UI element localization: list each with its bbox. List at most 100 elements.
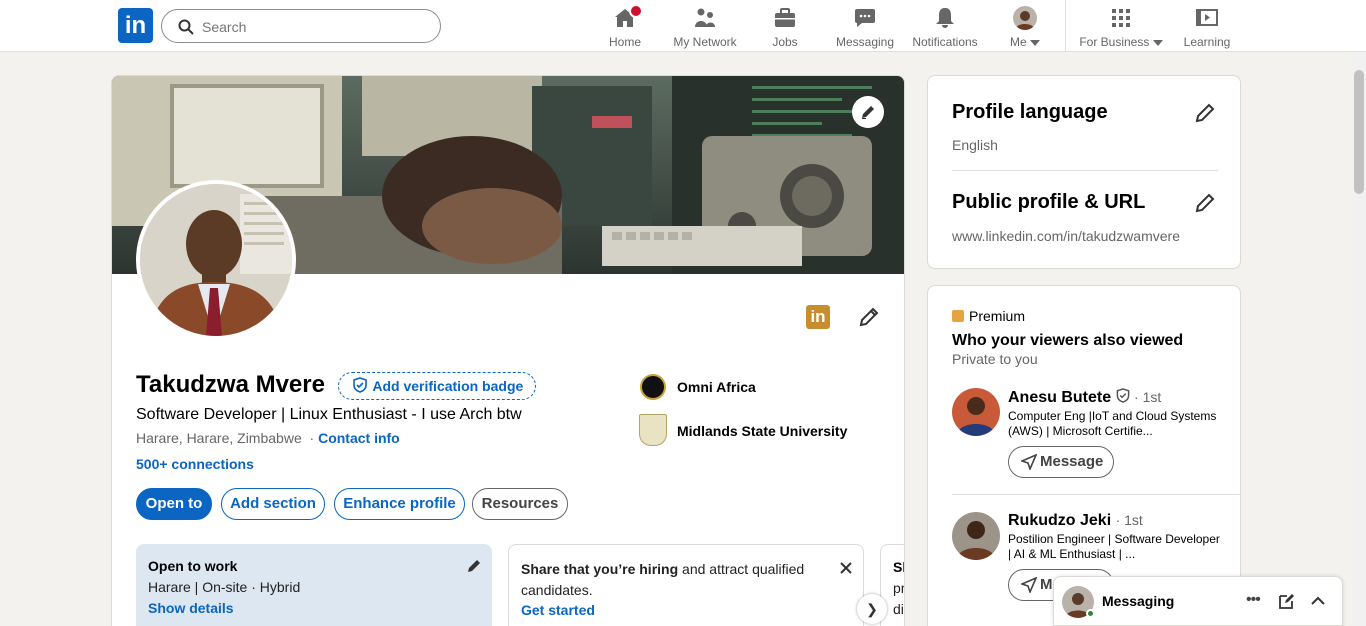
message-button[interactable]: Message bbox=[1008, 446, 1114, 478]
nav-messaging[interactable]: Messaging bbox=[832, 4, 898, 49]
public-profile-title: Public profile & URL bbox=[952, 191, 1146, 213]
nav-me[interactable]: Me bbox=[1003, 4, 1047, 49]
nav-learning[interactable]: Learning bbox=[1178, 4, 1236, 49]
profile-photo[interactable] bbox=[136, 180, 296, 340]
resources-button[interactable]: Resources bbox=[472, 488, 568, 520]
profile-language-title: Profile language bbox=[952, 101, 1108, 123]
messaging-icon bbox=[855, 9, 875, 27]
profile-photo-image bbox=[140, 184, 292, 336]
avatar bbox=[1013, 6, 1037, 30]
omni-africa-logo bbox=[640, 374, 666, 400]
open-to-button[interactable]: Open to bbox=[136, 488, 212, 520]
nav-for-business[interactable]: For Business bbox=[1074, 4, 1168, 49]
search-icon bbox=[178, 19, 194, 35]
page-scrollbar[interactable] bbox=[1352, 52, 1366, 626]
open-to-work-title: Open to work bbox=[148, 558, 238, 574]
carousel-next-button[interactable]: ❯ bbox=[857, 594, 887, 624]
grid-icon bbox=[1112, 9, 1130, 27]
edit-open-to-work-button[interactable] bbox=[466, 558, 482, 574]
nav-for-business-label: For Business bbox=[1074, 35, 1168, 49]
search-box[interactable] bbox=[161, 9, 441, 43]
bell-icon bbox=[936, 8, 954, 28]
profile-headline: Software Developer | Linux Enthusiast - … bbox=[136, 406, 522, 423]
network-icon bbox=[695, 8, 715, 27]
pencil-icon bbox=[1195, 193, 1215, 213]
divider bbox=[952, 494, 1240, 495]
connection-degree: · 1st bbox=[1115, 512, 1143, 528]
search-input[interactable] bbox=[202, 16, 422, 38]
nav-my-network[interactable]: My Network bbox=[668, 4, 742, 49]
get-started-link[interactable]: Get started bbox=[521, 602, 595, 618]
connection-degree: · 1st bbox=[1134, 389, 1162, 405]
close-icon bbox=[840, 562, 852, 574]
third-card-line1: Sl bbox=[893, 559, 905, 575]
close-hiring-button[interactable] bbox=[839, 561, 853, 575]
shield-check-icon bbox=[353, 377, 367, 393]
public-profile-url: www.linkedin.com/in/takudzwamvere bbox=[952, 228, 1180, 244]
edit-cover-button[interactable] bbox=[852, 96, 884, 128]
send-icon bbox=[1021, 577, 1037, 593]
nav-me-label: Me bbox=[1003, 35, 1047, 49]
pencil-icon bbox=[862, 106, 874, 119]
viewers-also-viewed-card: Premium Who your viewers also viewed Pri… bbox=[927, 285, 1241, 626]
verification-label: Add verification badge bbox=[372, 378, 524, 394]
open-to-work-detail: Harare | On-site · Hybrid bbox=[148, 579, 301, 595]
nav-divider bbox=[1065, 0, 1066, 52]
person-avatar[interactable] bbox=[952, 512, 1000, 560]
person-name-anesu[interactable]: Anesu Butete · 1st bbox=[1008, 388, 1161, 407]
profile-location: Harare, Harare, Zimbabwe · Contact info bbox=[136, 430, 400, 446]
org-midlands-state-university[interactable]: Midlands State University bbox=[677, 423, 847, 439]
add-verification-badge-button[interactable]: Add verification badge bbox=[338, 372, 537, 400]
chevron-down-icon bbox=[1030, 39, 1040, 46]
org-omni-africa[interactable]: Omni Africa bbox=[677, 379, 756, 395]
verified-icon bbox=[1116, 388, 1129, 403]
enhance-profile-button[interactable]: Enhance profile bbox=[334, 488, 465, 520]
nav-learning-label: Learning bbox=[1183, 35, 1231, 49]
linkedin-logo[interactable]: in bbox=[118, 8, 153, 43]
person-avatar[interactable] bbox=[952, 388, 1000, 436]
nav-messaging-label: Messaging bbox=[835, 35, 895, 49]
third-card-line2: pr bbox=[893, 580, 905, 596]
more-options-icon[interactable]: ••• bbox=[1246, 591, 1264, 611]
online-status-dot bbox=[1086, 609, 1095, 618]
edit-intro-button[interactable] bbox=[854, 302, 884, 332]
nav-my-network-label: My Network bbox=[673, 35, 737, 49]
contact-info-link[interactable]: Contact info bbox=[318, 430, 400, 446]
person-headline: Computer Eng |IoT and Cloud Systems (AWS… bbox=[1008, 409, 1217, 438]
person-headline: Postilion Engineer | Software Developer … bbox=[1008, 532, 1220, 561]
top-nav: in Home My Network Jobs Messaging Notifi… bbox=[0, 0, 1366, 52]
person-name-text: Anesu Butete bbox=[1008, 389, 1112, 406]
add-section-button[interactable]: Add section bbox=[221, 488, 325, 520]
viewers-title: Who your viewers also viewed bbox=[952, 332, 1184, 349]
profile-language-value: English bbox=[952, 137, 998, 153]
show-details-link[interactable]: Show details bbox=[148, 600, 234, 616]
scrollbar-thumb[interactable] bbox=[1354, 70, 1364, 194]
premium-label: Premium bbox=[969, 308, 1026, 324]
nav-jobs[interactable]: Jobs bbox=[760, 4, 810, 49]
profile-card: in Takudzwa Mvere Add verification badge… bbox=[111, 75, 905, 626]
pencil-icon bbox=[1195, 103, 1215, 123]
messaging-overlay[interactable]: Messaging ••• bbox=[1053, 576, 1343, 626]
edit-public-profile-button[interactable] bbox=[1192, 190, 1218, 216]
premium-icon bbox=[952, 310, 964, 322]
edit-language-button[interactable] bbox=[1192, 100, 1218, 126]
person-name-rukudzo[interactable]: Rukudzo Jeki · 1st bbox=[1008, 512, 1143, 530]
briefcase-icon bbox=[775, 8, 795, 27]
chevron-up-icon[interactable] bbox=[1309, 592, 1327, 610]
open-to-work-card[interactable]: Open to work Harare | On-site · Hybrid S… bbox=[136, 544, 492, 626]
location-text: Harare, Harare, Zimbabwe bbox=[136, 430, 302, 446]
nav-notifications[interactable]: Notifications bbox=[906, 4, 984, 49]
message-label: Message bbox=[1040, 453, 1104, 470]
nav-home-label: Home bbox=[608, 35, 641, 49]
hiring-card: Share that you’re hiring and attract qua… bbox=[508, 544, 864, 626]
profile-settings-card: Profile language English Public profile … bbox=[927, 75, 1241, 269]
nav-jobs-label: Jobs bbox=[772, 35, 798, 49]
connections-link[interactable]: 500+ connections bbox=[136, 456, 254, 472]
linkedin-badge-icon[interactable]: in bbox=[806, 305, 830, 329]
msu-logo bbox=[639, 414, 667, 446]
third-card-line3: di bbox=[893, 601, 904, 617]
hiring-bold: Share that you’re hiring bbox=[521, 561, 679, 577]
profile-name: Takudzwa Mvere bbox=[136, 371, 325, 398]
compose-icon[interactable] bbox=[1278, 592, 1296, 610]
send-icon bbox=[1021, 454, 1037, 470]
